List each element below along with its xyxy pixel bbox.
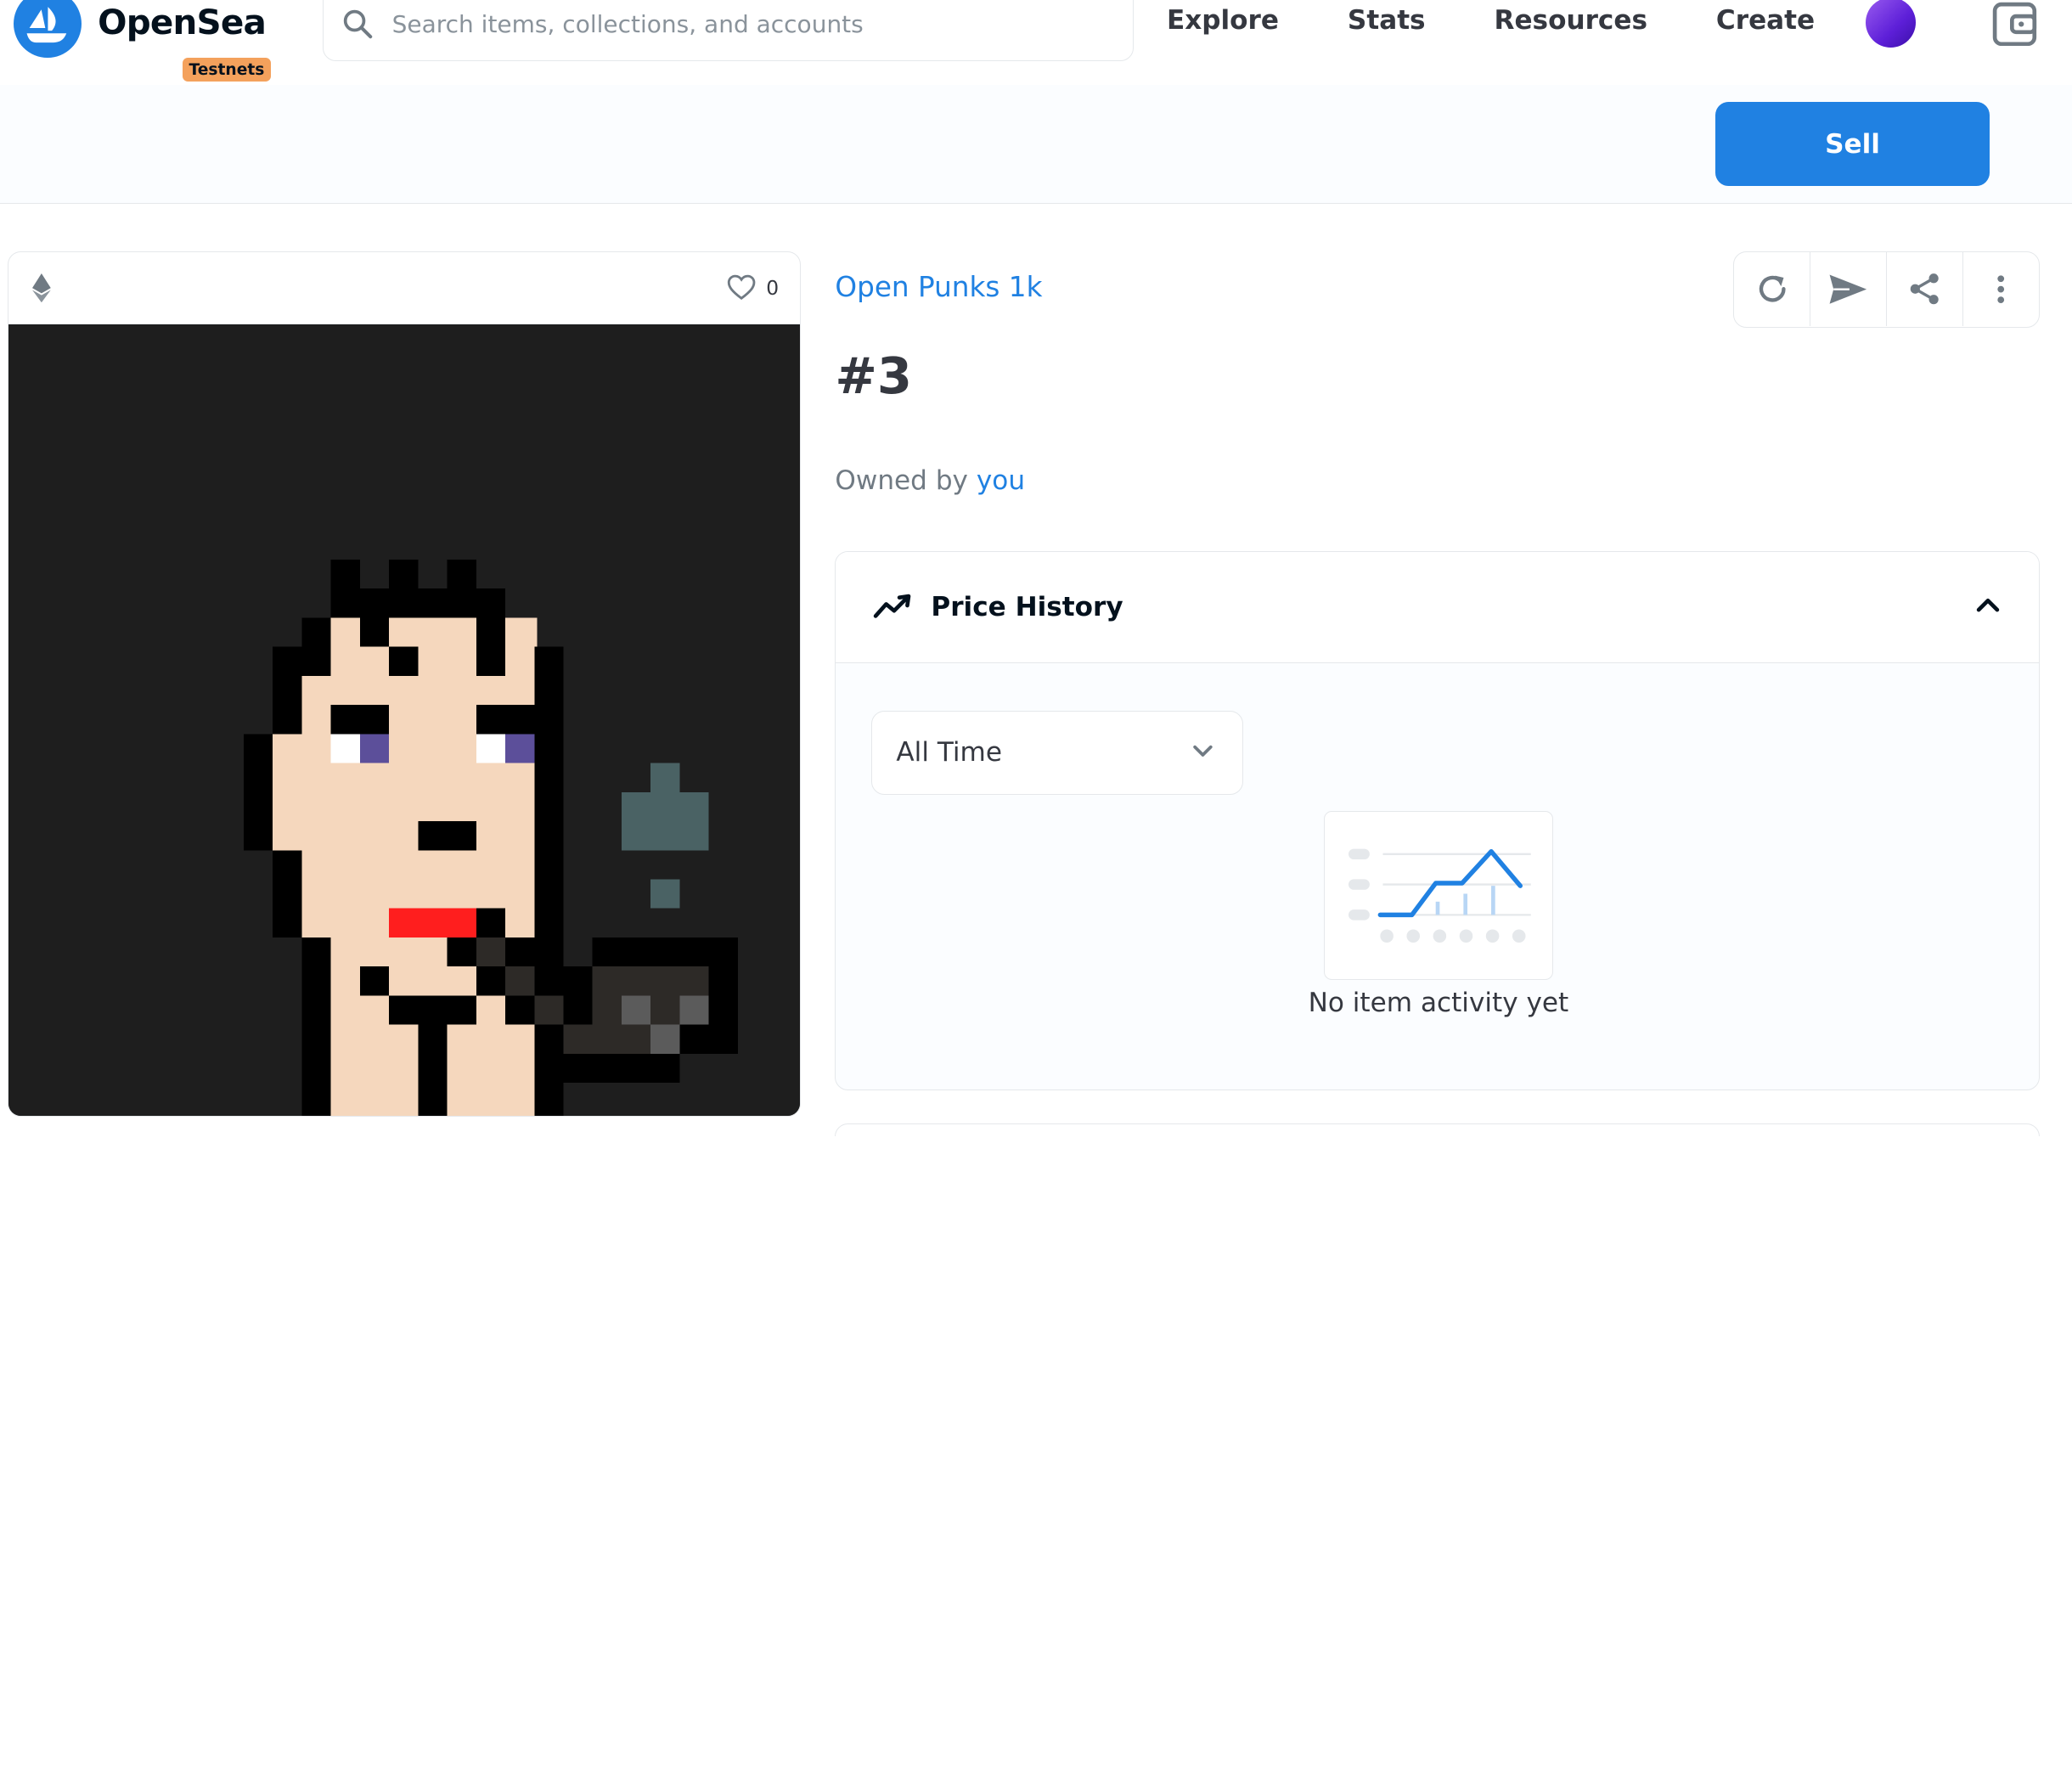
punk-pixel-art bbox=[8, 324, 800, 1116]
price-history-panel: Price History All Time No item activity … bbox=[835, 550, 2041, 1090]
refresh-metadata-button[interactable] bbox=[1734, 251, 1811, 326]
chevron-up-icon[interactable] bbox=[1976, 595, 2000, 614]
transfer-button[interactable] bbox=[1810, 251, 1887, 326]
favorite-count: 0 bbox=[766, 275, 780, 300]
nav-create[interactable]: Create bbox=[1716, 5, 1815, 36]
share-icon bbox=[1910, 273, 1939, 305]
owner-link[interactable]: you bbox=[977, 465, 1025, 496]
share-button[interactable] bbox=[1887, 251, 1963, 326]
chevron-down-icon bbox=[1192, 745, 1213, 757]
time-range-select[interactable]: All Time bbox=[871, 710, 1243, 796]
search-box[interactable] bbox=[322, 0, 1135, 61]
transfer-icon bbox=[1829, 274, 1867, 304]
top-nav: OpenSea Testnets Explore Stats Resources… bbox=[0, 0, 2072, 85]
wallet-icon[interactable] bbox=[1992, 2, 2037, 52]
owned-by-label: Owned by bbox=[835, 465, 968, 496]
nav-explore[interactable]: Explore bbox=[1167, 5, 1279, 36]
item-image-card: 0 bbox=[8, 251, 801, 1117]
trend-line-icon bbox=[873, 594, 911, 618]
search-input[interactable] bbox=[391, 9, 1079, 38]
owner-action-bar: Sell bbox=[0, 84, 2072, 204]
image-card-header: 0 bbox=[8, 252, 800, 325]
more-options-button[interactable] bbox=[1963, 252, 2040, 326]
nft-image[interactable] bbox=[8, 324, 800, 1116]
ethereum-icon bbox=[32, 273, 52, 303]
next-panel-edge bbox=[835, 1123, 2041, 1137]
search-icon bbox=[344, 10, 373, 39]
opensea-logo-icon bbox=[13, 0, 82, 59]
refresh-icon bbox=[1759, 275, 1786, 302]
brand-logo[interactable]: OpenSea bbox=[13, 0, 267, 59]
page-root: OpenSea Testnets Explore Stats Resources… bbox=[0, 0, 2072, 1137]
testnets-badge: Testnets bbox=[182, 58, 272, 82]
owner-line: Owned by you bbox=[835, 465, 1025, 496]
main-nav: Explore Stats Resources Create bbox=[1167, 5, 1883, 36]
nav-stats[interactable]: Stats bbox=[1348, 5, 1426, 36]
sell-button[interactable]: Sell bbox=[1714, 101, 1990, 187]
more-icon bbox=[1997, 274, 2005, 303]
brand-name: OpenSea bbox=[98, 2, 267, 43]
price-history-header[interactable]: Price History bbox=[836, 551, 2040, 663]
heart-icon bbox=[727, 275, 755, 301]
item-title: #3 bbox=[835, 346, 913, 405]
empty-state-message: No item activity yet bbox=[1308, 988, 1569, 1019]
item-action-group bbox=[1733, 251, 2041, 328]
profile-avatar[interactable] bbox=[1866, 0, 1917, 48]
favorite-button[interactable]: 0 bbox=[727, 274, 780, 301]
time-range-value: All Time bbox=[896, 737, 1002, 769]
collection-link[interactable]: Open Punks 1k bbox=[835, 271, 1042, 303]
price-history-title: Price History bbox=[931, 591, 1123, 622]
nav-resources[interactable]: Resources bbox=[1495, 5, 1648, 36]
empty-chart-illustration bbox=[1323, 810, 1554, 980]
